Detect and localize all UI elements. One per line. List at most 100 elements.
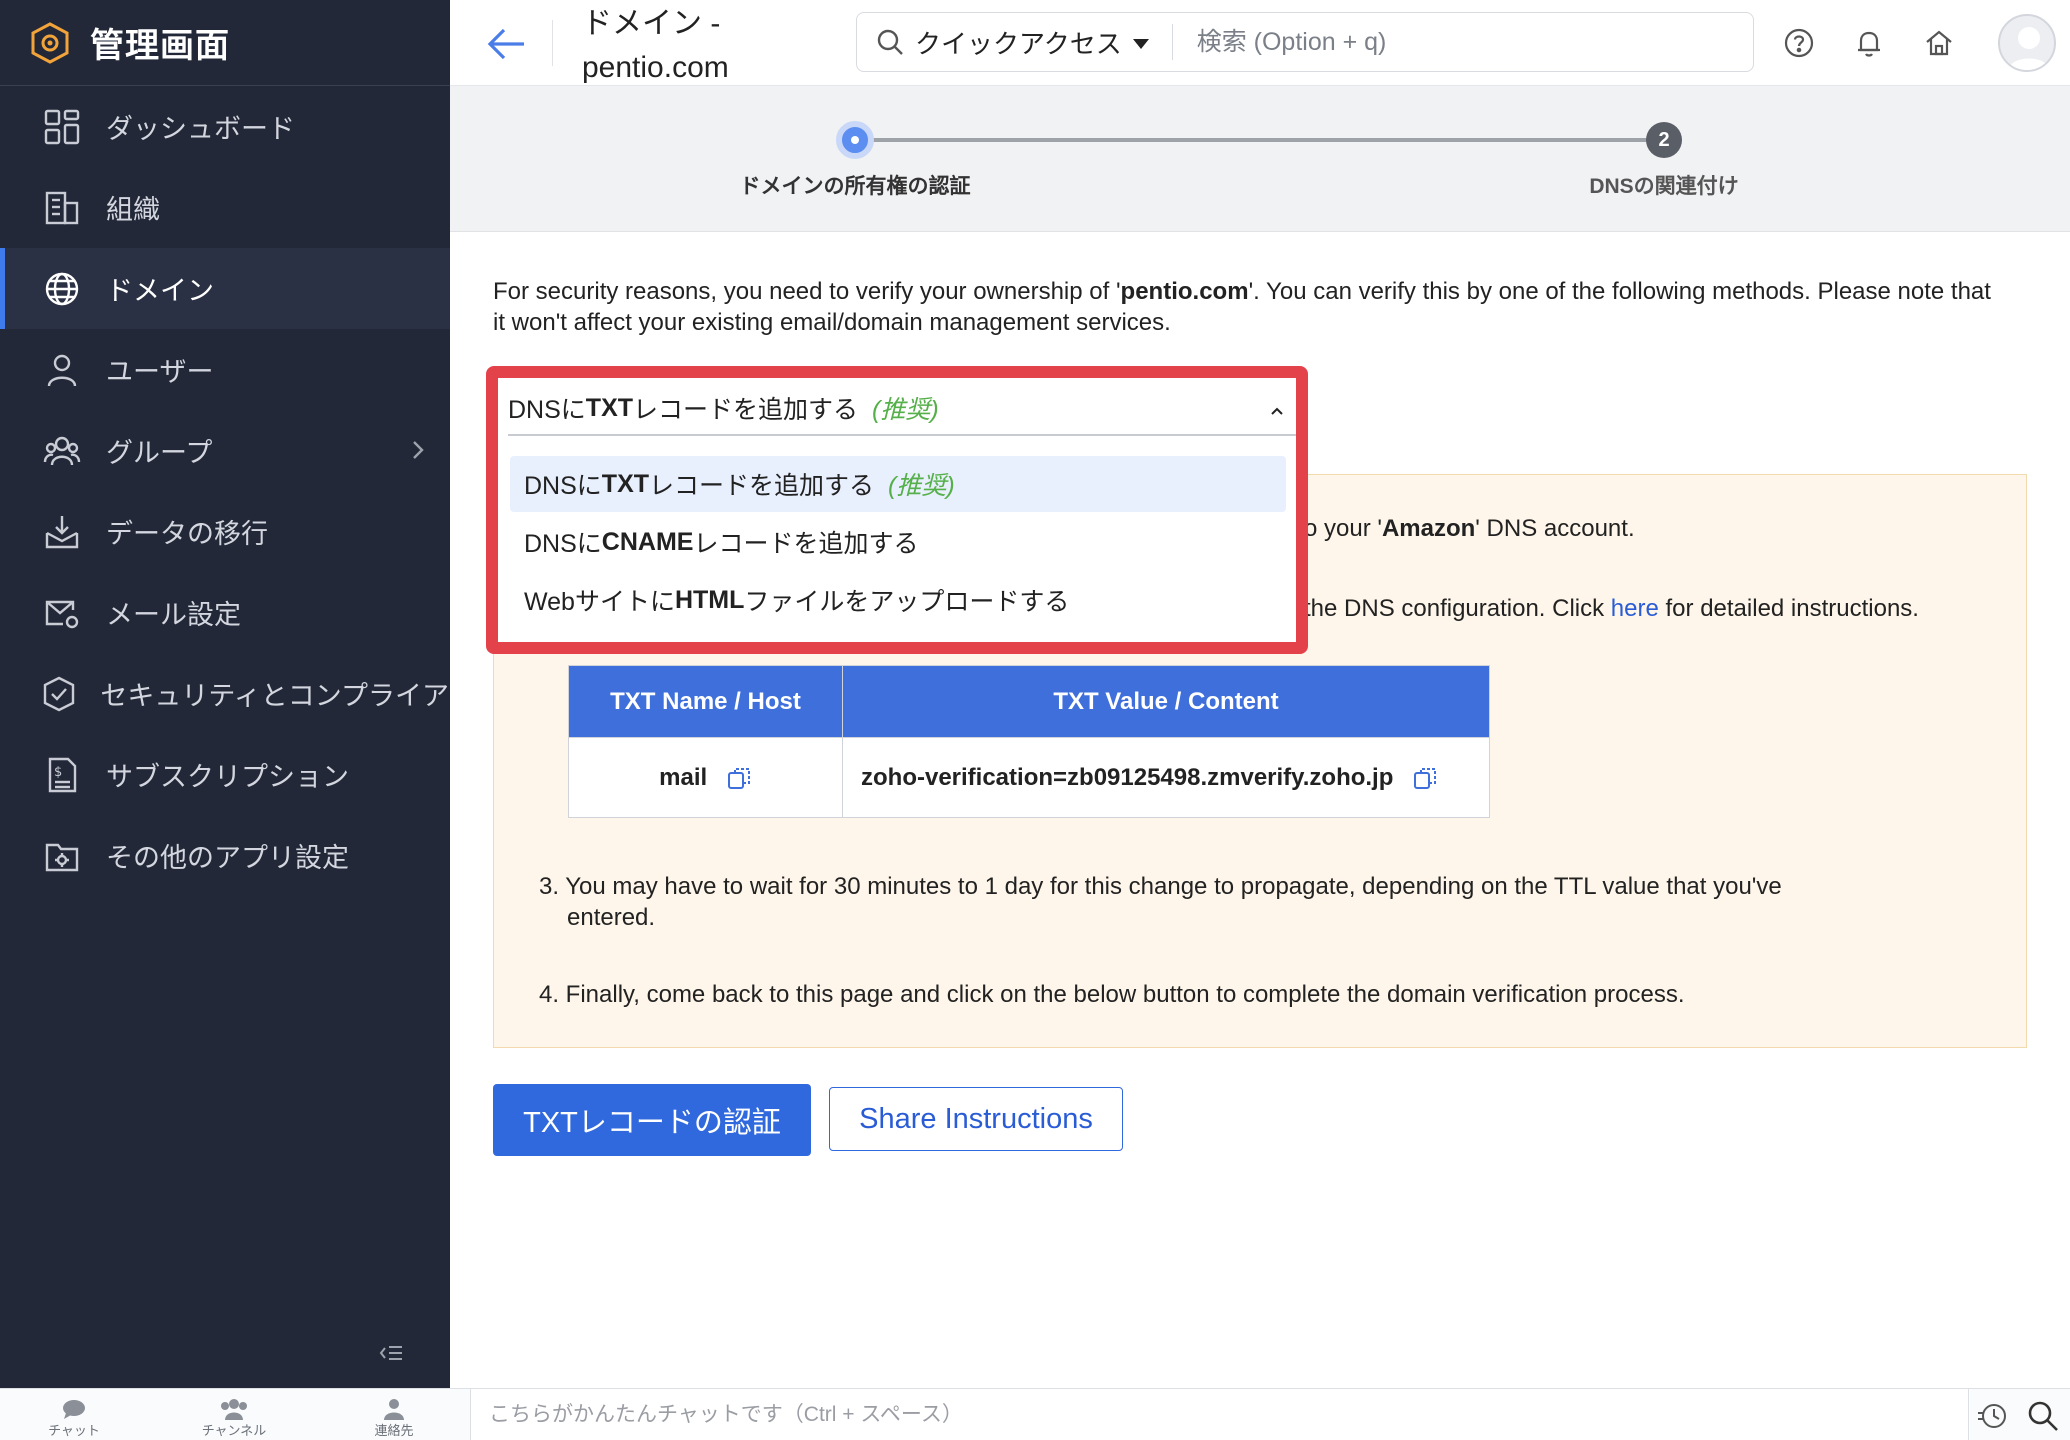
sidebar-item-domain[interactable]: ドメイン	[0, 248, 450, 329]
chat-input[interactable]	[470, 1389, 1970, 1440]
avatar[interactable]	[1998, 14, 2056, 72]
chevron-up-icon	[1268, 398, 1286, 427]
import-icon	[40, 510, 84, 554]
tab-label: チャンネル	[201, 1423, 267, 1438]
contacts-icon	[384, 1399, 404, 1420]
text: TXT	[601, 469, 650, 498]
sidebar-item-label: その他のアプリ設定	[106, 843, 349, 873]
building-icon	[40, 186, 84, 230]
sidebar-item-groups[interactable]: グループ	[0, 410, 450, 491]
recommended-tag: (推奨)	[888, 472, 955, 500]
tab-contacts[interactable]: 連絡先	[334, 1389, 454, 1440]
divider	[1968, 1389, 1969, 1440]
text: HTML	[674, 585, 745, 614]
instruction-step-3: 3. You may have to wait for 30 minutes t…	[539, 871, 1959, 933]
search-icon	[875, 27, 905, 57]
sidebar-item-users[interactable]: ユーザー	[0, 329, 450, 410]
sidebar-item-label: メール設定	[106, 600, 241, 630]
table-header: TXT Value / Content	[842, 665, 1490, 738]
bell-icon[interactable]	[1848, 22, 1890, 64]
text: for detailed instructions.	[1658, 595, 1919, 622]
search-input[interactable]	[1196, 27, 1697, 57]
txt-host-cell: mail	[568, 737, 843, 818]
tab-label: 連絡先	[374, 1423, 414, 1438]
app-title: 管理画面	[90, 27, 230, 65]
sidebar-item-label: サブスクリプション	[106, 762, 349, 792]
share-instructions-button[interactable]: Share Instructions	[829, 1087, 1123, 1151]
search-icon[interactable]	[2026, 1399, 2060, 1433]
bottom-chat-bar: チャット チャンネル 連絡先	[0, 1388, 2070, 1440]
text: レコードを追加する	[649, 472, 875, 500]
verification-method-dropdown[interactable]: DNSに TXT レコードを追加する (推奨) DNSに TXT レコードを追加する (…	[486, 366, 1308, 654]
sidebar-item-security[interactable]: セキュリティとコンプライアンス	[0, 653, 450, 734]
step-label: ドメインの所有権の認証	[739, 175, 971, 198]
step-label: DNSの関連付け	[1589, 175, 1739, 198]
tab-channels[interactable]: チャンネル	[174, 1389, 294, 1440]
history-icon[interactable]	[1976, 1399, 2010, 1433]
search-box[interactable]: クイックアクセス	[856, 12, 1754, 72]
dropdown-option-cname[interactable]: DNSに CNAME レコードを追加する	[510, 514, 1286, 570]
detailed-instructions-link[interactable]: here	[1611, 595, 1659, 622]
sidebar-item-subscription[interactable]: $ サブスクリプション	[0, 734, 450, 815]
dropdown-selected-value[interactable]: DNSに TXT レコードを追加する (推奨)	[508, 382, 1296, 436]
admin-logo-icon[interactable]	[28, 21, 72, 65]
dropdown-option-html[interactable]: Webサイトに HTML ファイルをアップロードする	[510, 572, 1286, 628]
txt-value: zoho-verification=zb09125498.zmverify.zo…	[861, 763, 1394, 791]
intro-domain: pentio.com	[1120, 278, 1249, 305]
stepper-track	[856, 138, 1664, 142]
subscription-icon: $	[40, 753, 84, 797]
text: DNSに	[508, 396, 586, 424]
sidebar-item-label: ユーザー	[106, 357, 214, 387]
copy-icon[interactable]	[1412, 765, 1438, 791]
divider	[1171, 24, 1173, 60]
sidebar-item-label: ドメイン	[106, 276, 214, 306]
text: DNSに	[524, 530, 602, 558]
verify-txt-record-button[interactable]: TXTレコードの認証	[493, 1084, 811, 1156]
table-row: mail zoho-verification=zb09125498.zmveri…	[568, 737, 1490, 818]
recommended-tag: (推奨)	[872, 396, 939, 424]
page-title: ドメイン - pentio.com	[582, 7, 729, 84]
intro-text: For security reasons, you need to verify…	[493, 276, 1993, 338]
chevron-right-icon	[408, 436, 428, 471]
home-icon[interactable]	[1918, 22, 1960, 64]
group-icon	[40, 429, 84, 473]
sidebar-header: 管理画面	[0, 0, 450, 86]
txt-record-table: TXT Name / Host TXT Value / Content mail…	[568, 665, 1490, 818]
sidebar-item-label: グループ	[106, 438, 213, 468]
instruction-line: o your 'Amazon' DNS account.	[1304, 513, 1635, 544]
txt-value-cell: zoho-verification=zb09125498.zmverify.zo…	[842, 737, 1490, 818]
divider	[552, 20, 553, 66]
text: 3. You may have to wait for 30 minutes t…	[539, 873, 1782, 900]
dropdown-option-txt[interactable]: DNSに TXT レコードを追加する (推奨)	[510, 456, 1286, 512]
sidebar-item-label: データの移行	[106, 519, 268, 549]
sidebar-item-label: 組織	[106, 195, 160, 225]
mail-settings-icon	[40, 591, 84, 635]
text: CNAME	[601, 527, 694, 556]
sidebar-item-label: セキュリティとコンプライアンス	[100, 681, 450, 711]
text: entered.	[567, 904, 656, 931]
sidebar-item-mail-settings[interactable]: メール設定	[0, 572, 450, 653]
dashboard-icon	[40, 105, 84, 149]
caret-down-icon	[1132, 27, 1150, 58]
sidebar-item-other-app-settings[interactable]: その他のアプリ設定	[0, 815, 450, 896]
back-arrow-icon[interactable]	[484, 22, 528, 66]
step-indicator-current	[836, 121, 874, 159]
sidebar-item-organization[interactable]: 組織	[0, 167, 450, 248]
text: o your '	[1304, 515, 1382, 542]
channels-icon	[221, 1399, 247, 1420]
copy-icon[interactable]	[726, 765, 752, 791]
top-bar: ドメイン - pentio.com クイックアクセス	[450, 0, 2070, 86]
sidebar: 管理画面 ダッシュボード 組織 ドメイン ユーザー グループ データの移行 メー…	[0, 0, 450, 1388]
sidebar-item-data-migration[interactable]: データの移行	[0, 491, 450, 572]
help-icon[interactable]	[1778, 22, 1820, 64]
text: レコードを追加する	[693, 530, 919, 558]
text: TXT	[585, 393, 634, 422]
collapse-sidebar-icon[interactable]	[376, 1338, 406, 1368]
txt-host-value: mail	[659, 763, 708, 791]
shield-icon	[40, 672, 78, 716]
chat-icon	[63, 1400, 85, 1419]
quick-access-dropdown[interactable]: クイックアクセス	[915, 24, 1150, 61]
sidebar-item-dashboard[interactable]: ダッシュボード	[0, 86, 450, 167]
tab-chat[interactable]: チャット	[14, 1389, 134, 1440]
text: レコードを追加する	[633, 396, 859, 424]
